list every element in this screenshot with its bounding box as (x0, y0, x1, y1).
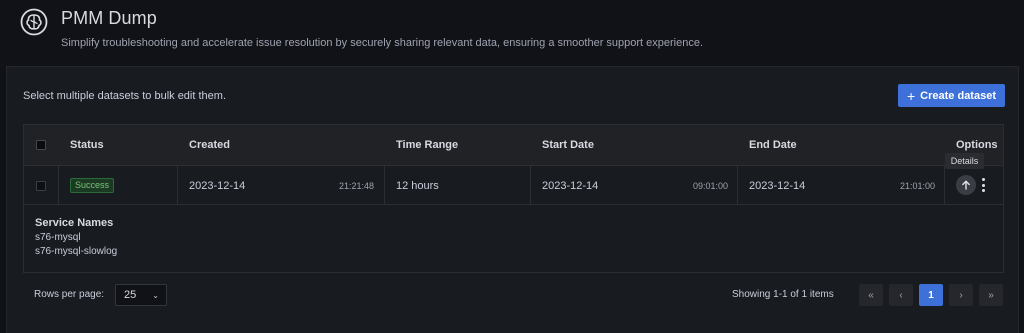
datasets-panel: Select multiple datasets to bulk edit th… (6, 66, 1019, 333)
service-name: s76-mysql-slowlog (35, 246, 118, 257)
select-all-cell (36, 125, 46, 165)
column-divider (58, 166, 59, 205)
service-name: s76-mysql (35, 232, 81, 243)
start-date: 2023-12-14 (542, 179, 599, 192)
create-dataset-label: Create dataset (920, 89, 996, 102)
column-divider (737, 166, 738, 205)
created-date: 2023-12-14 (189, 179, 246, 192)
table-row[interactable]: Success 2023-12-14 21:21:48 12 hours 202… (24, 165, 1003, 205)
row-details: Service Names s76-mysql s76-mysql-slowlo… (24, 205, 1003, 272)
rows-per-page-label: Rows per page: (34, 289, 105, 300)
column-header-created[interactable]: Created (189, 125, 230, 165)
column-header-time-range[interactable]: Time Range (396, 125, 458, 165)
create-dataset-button[interactable]: + Create dataset (898, 84, 1005, 107)
row-options-button[interactable] (979, 177, 987, 193)
page-1-button[interactable]: 1 (919, 284, 943, 306)
first-page-button[interactable]: « (859, 284, 883, 306)
rows-per-page-value: 25 (124, 289, 137, 301)
showing-items-text: Showing 1-1 of 1 items (732, 289, 834, 300)
end-date: 2023-12-14 (749, 179, 806, 192)
created-time: 21:21:48 (339, 180, 375, 191)
row-checkbox[interactable] (36, 180, 46, 191)
chevron-down-icon: ⌄ (152, 290, 159, 300)
column-header-start-date[interactable]: Start Date (542, 125, 594, 165)
start-time: 09:01:00 (693, 180, 729, 191)
end-time: 21:01:00 (900, 180, 936, 191)
details-tooltip: Details (945, 153, 984, 169)
table-header: Status Created Time Range Start Date End… (24, 125, 1003, 165)
column-divider (177, 166, 178, 205)
column-divider (384, 166, 385, 205)
next-page-button[interactable]: › (949, 284, 973, 306)
brain-icon (20, 8, 48, 36)
last-page-button[interactable]: » (979, 284, 1003, 306)
status-cell: Success (70, 166, 115, 205)
column-divider (944, 166, 945, 205)
column-header-status[interactable]: Status (70, 125, 104, 165)
page-header: PMM Dump Simplify troubleshooting and ac… (0, 0, 1024, 66)
expand-details-button[interactable] (956, 175, 976, 195)
datasets-table: Status Created Time Range Start Date End… (23, 124, 1004, 273)
bulk-edit-hint: Select multiple datasets to bulk edit th… (23, 90, 226, 102)
previous-page-button[interactable]: ‹ (889, 284, 913, 306)
page-title: PMM Dump (61, 8, 157, 28)
time-range: 12 hours (396, 179, 439, 192)
column-divider (530, 166, 531, 205)
service-names-title: Service Names (35, 217, 114, 229)
plus-icon: + (906, 87, 916, 104)
kebab-menu-icon (981, 178, 985, 181)
rows-per-page-select[interactable]: 25 ⌄ (115, 284, 167, 306)
status-badge: Success (70, 178, 115, 193)
select-all-checkbox[interactable] (36, 140, 46, 150)
page-subtitle: Simplify troubleshooting and accelerate … (61, 37, 704, 49)
row-select-cell (36, 166, 46, 205)
arrow-up-icon (962, 180, 970, 190)
column-header-end-date[interactable]: End Date (749, 125, 797, 165)
